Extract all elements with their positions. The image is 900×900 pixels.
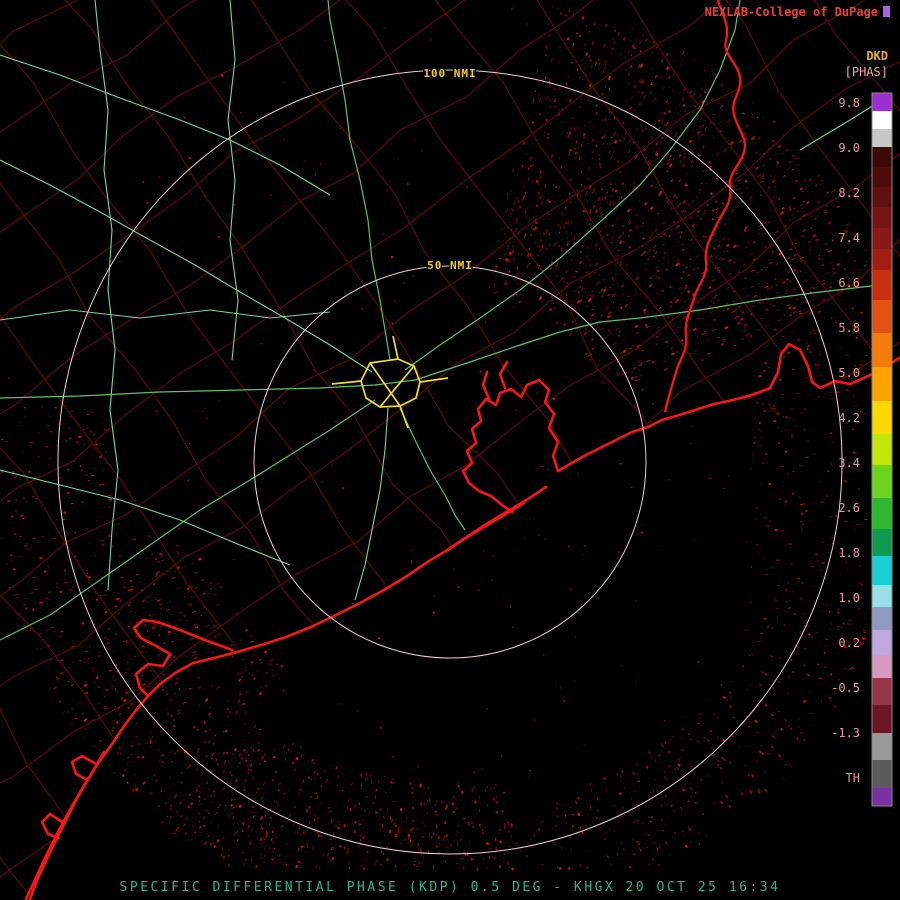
colorbar-segment [872,556,892,585]
colorbar-segment [872,270,892,300]
colorbar-value-label: 5.0 [838,366,860,380]
radar-map: 100 NMI 50 NMI 9.8 9.0 8.2 7.4 6.6 5.8 5.0 4.2 3… [0,0,900,900]
colorbar-segment [872,207,892,228]
colorbar-value-label: -0.5 [831,681,860,695]
colorbar-value-label: 9.8 [838,96,860,110]
footer-caption: SPECIFIC DIFFERENTIAL PHASE (KDP) 0.5 DE… [120,880,781,895]
colorbar-value-label: 5.8 [838,321,860,335]
corner-glyph-icon [883,6,890,17]
colorbar-value-label: 3.4 [838,456,860,470]
colorbar-value-label: 1.8 [838,546,860,560]
colorbar-value-label: -1.3 [831,726,860,740]
colorbar-value-label: 7.4 [838,231,860,245]
colorbar-segment [872,249,892,270]
units-label: [PHAS] [845,65,888,79]
colorbar-segment [872,367,892,401]
colorbar-segment [872,129,892,147]
colorbar-segment [872,111,892,129]
colorbar-segment [872,228,892,249]
colorbar-segment [872,434,892,465]
colorbar-value-label: 4.2 [838,411,860,425]
colorbar-segment [872,607,892,630]
background [0,0,900,900]
colorbar-segment [872,788,892,806]
colorbar-value-label: 6.6 [838,276,860,290]
colorbar-segment [872,300,892,333]
colorbar-segment [872,93,892,111]
colorbar-segment [872,167,892,187]
colorbar-value-label: 0.2 [838,636,860,650]
colorbar-segment [872,630,892,655]
colorbar-segment [872,465,892,498]
colorbar-segment [872,760,892,788]
colorbar-segments [872,93,892,806]
colorbar-value-label: 1.0 [838,591,860,605]
colorbar-segment [872,147,892,167]
radar-display: 100 NMI 50 NMI 9.8 9.0 8.2 7.4 6.6 5.8 5.0 4.2 3… [0,0,900,900]
colorbar-segment [872,655,892,678]
colorbar-value-label: 9.0 [838,141,860,155]
range-ring-label-50: 50 NMI [427,259,473,272]
colorbar-segment [872,678,892,705]
colorbar-segment [872,401,892,434]
colorbar-segment [872,529,892,556]
colorbar-segment [872,187,892,207]
product-code: DKD [866,49,888,63]
colorbar-segment [872,333,892,367]
colorbar-segment [872,733,892,760]
colorbar-value-label: 2.6 [838,501,860,515]
brand-text: NEXLAB-College of DuPage [705,5,878,19]
colorbar-segment [872,498,892,529]
colorbar-segment [872,585,892,607]
colorbar-segment [872,705,892,733]
colorbar-value-label: TH [846,771,860,785]
range-ring-label-100: 100 NMI [423,67,476,80]
colorbar-value-label: 8.2 [838,186,860,200]
